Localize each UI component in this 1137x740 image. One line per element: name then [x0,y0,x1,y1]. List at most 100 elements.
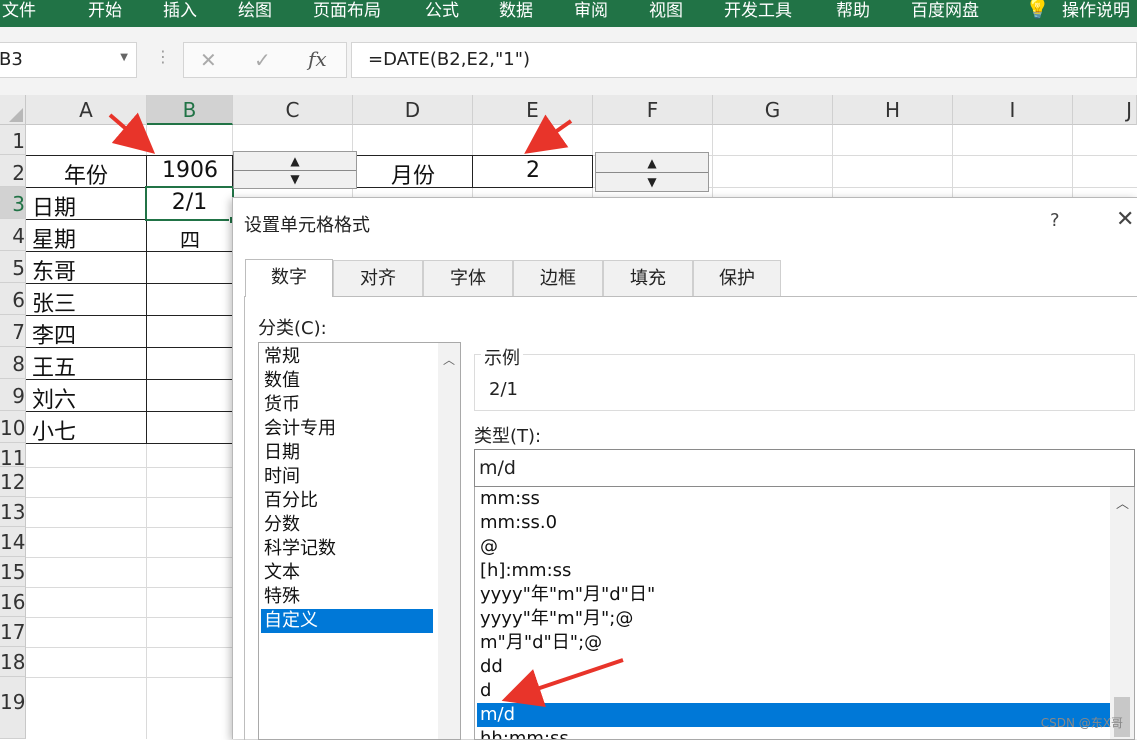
cell-a2[interactable]: 年份 [26,158,146,190]
select-all-corner[interactable] [0,95,26,125]
type-item[interactable]: @ [477,535,498,559]
category-list[interactable]: ︿ 常规 数值 货币 会计专用 日期 时间 百分比 分数 科学记数 文本 特殊 … [258,342,461,740]
category-item[interactable]: 货币 [261,393,300,417]
year-spin-button[interactable]: ▲ ▼ [233,151,357,189]
type-item[interactable]: m"月"d"日";@ [477,631,602,655]
tab-page-layout[interactable]: 页面布局 [313,0,381,21]
tab-data[interactable]: 数据 [499,0,533,21]
row-header-7[interactable]: 7 [0,315,26,347]
row-header-12[interactable]: 12 [0,467,26,497]
column-header-b[interactable]: B [147,95,233,125]
column-header-e[interactable]: E [473,95,593,125]
column-header-h[interactable]: H [833,95,953,125]
type-item[interactable]: hh:mm:ss [477,727,569,739]
tab-home[interactable]: 开始 [88,0,122,21]
row-header-9[interactable]: 9 [0,379,26,411]
spin-down-icon[interactable]: ▼ [234,170,356,188]
drag-handle-icon[interactable]: ⋮ [155,47,171,66]
column-header-g[interactable]: G [713,95,833,125]
row-header-8[interactable]: 8 [0,347,26,379]
tab-border[interactable]: 边框 [513,260,603,296]
cancel-icon[interactable]: ✕ [200,48,217,72]
type-item[interactable]: mm:ss [477,487,540,511]
row-header-14[interactable]: 14 [0,527,26,557]
row-header-13[interactable]: 13 [0,497,26,527]
row-header-16[interactable]: 16 [0,587,26,617]
cell-d2[interactable]: 月份 [353,158,473,190]
row-header-4[interactable]: 4 [0,219,26,251]
cell-a4[interactable]: 星期 [32,222,76,254]
tab-number[interactable]: 数字 [245,259,333,297]
tab-insert[interactable]: 插入 [163,0,197,21]
row-header-3[interactable]: 3 [0,187,26,219]
name-box[interactable]: B3 ▼ [0,42,137,78]
tab-alignment[interactable]: 对齐 [333,260,423,296]
row-header-18[interactable]: 18 [0,647,26,677]
spin-up-icon[interactable]: ▲ [596,153,708,172]
tab-fill[interactable]: 填充 [603,260,693,296]
tab-tell-me[interactable]: 操作说明 [1062,0,1130,21]
spin-down-icon[interactable]: ▼ [596,172,708,191]
column-header-j[interactable]: J [1073,95,1137,125]
row-header-11[interactable]: 11 [0,443,26,467]
column-header-c[interactable]: C [233,95,353,125]
category-item[interactable]: 常规 [261,345,300,369]
type-list-scrollbar[interactable]: ︿ [1110,487,1134,739]
column-header-d[interactable]: D [353,95,473,125]
category-item[interactable]: 会计专用 [261,417,336,441]
cell-a10[interactable]: 小七 [32,414,76,446]
row-header-17[interactable]: 17 [0,617,26,647]
type-item[interactable]: d [477,679,491,703]
cell-b2[interactable]: 1906 [147,158,233,183]
insert-function-icon[interactable]: fx [308,47,327,71]
category-item[interactable]: 时间 [261,465,300,489]
type-item[interactable]: [h]:mm:ss [477,559,571,583]
row-header-10[interactable]: 10 [0,411,26,443]
formula-input[interactable]: =DATE(B2,E2,"1") [351,42,1137,78]
scroll-up-icon[interactable]: ︿ [1116,493,1129,512]
column-header-i[interactable]: I [953,95,1073,125]
category-item[interactable]: 百分比 [261,489,318,513]
cell-a7[interactable]: 李四 [32,318,76,350]
category-item[interactable]: 文本 [261,561,300,585]
cell-a9[interactable]: 刘六 [32,382,76,414]
category-item[interactable]: 数值 [261,369,300,393]
type-item[interactable]: dd [477,655,503,679]
cell-b3[interactable]: 2/1 [145,186,237,224]
category-scrollbar[interactable]: ︿ [438,343,460,739]
cell-e2[interactable]: 2 [473,158,593,183]
tab-protection[interactable]: 保护 [693,260,781,296]
cell-a5[interactable]: 东哥 [32,254,76,286]
type-item[interactable]: yyyy"年"m"月"d"日" [477,583,655,607]
type-input[interactable]: m/d [474,449,1135,487]
tab-review[interactable]: 审阅 [574,0,608,21]
row-header-5[interactable]: 5 [0,251,26,283]
lightbulb-icon[interactable]: 💡 [1025,0,1050,20]
help-button[interactable]: ? [1050,210,1060,231]
cell-a8[interactable]: 王五 [32,350,76,382]
scroll-up-icon[interactable]: ︿ [443,351,455,368]
chevron-down-icon[interactable]: ▼ [120,52,128,63]
tab-view[interactable]: 视图 [649,0,683,21]
close-button[interactable]: ✕ [1116,207,1134,232]
tab-font[interactable]: 字体 [423,260,513,296]
tab-baidu-netdisk[interactable]: 百度网盘 [911,0,979,21]
spin-up-icon[interactable]: ▲ [234,152,356,170]
cell-a3[interactable]: 日期 [32,190,76,222]
category-item[interactable]: 分数 [261,513,300,537]
row-header-1[interactable]: 1 [0,125,26,155]
row-header-19[interactable]: 19 [0,677,26,739]
category-item-selected[interactable]: 自定义 [261,609,433,633]
type-item[interactable]: mm:ss.0 [477,511,557,535]
cell-a6[interactable]: 张三 [32,286,76,318]
month-spin-button[interactable]: ▲ ▼ [595,152,709,192]
cell-b4[interactable]: 四 [147,224,233,253]
column-header-a[interactable]: A [26,95,147,125]
row-header-2[interactable]: 2 [0,155,26,187]
type-item[interactable]: yyyy"年"m"月";@ [477,607,633,631]
tab-formulas[interactable]: 公式 [425,0,459,21]
type-list[interactable]: ︿ mm:ss mm:ss.0 @ [h]:mm:ss yyyy"年"m"月"d… [474,487,1135,740]
tab-file[interactable]: 文件 [2,0,36,21]
enter-icon[interactable]: ✓ [254,48,271,72]
tab-developer[interactable]: 开发工具 [724,0,792,21]
